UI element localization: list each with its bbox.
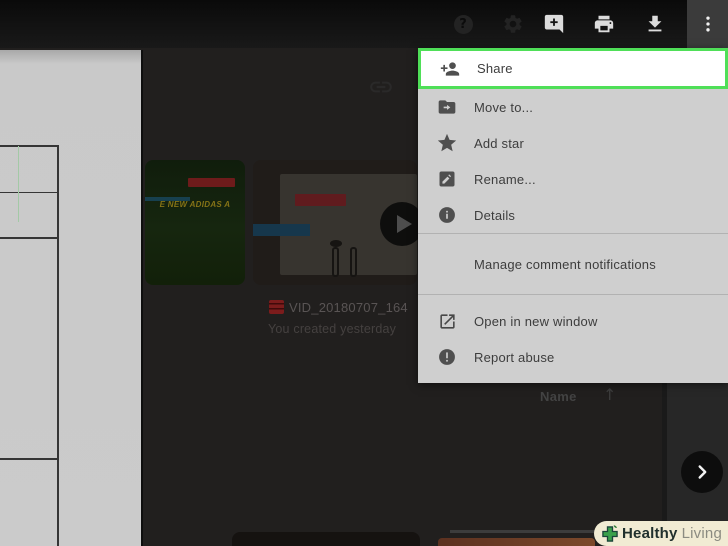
download-button[interactable] (635, 0, 675, 48)
menu-item-label: Report abuse (474, 349, 555, 365)
menu-item-details[interactable]: Details (418, 197, 728, 233)
table-line (57, 145, 59, 546)
context-menu: Share Move to... Add star Rename... Deta… (418, 48, 728, 383)
table-line (0, 458, 57, 460)
get-link-icon (368, 74, 394, 105)
menu-item-label: Add star (474, 135, 525, 151)
healthy-living-watermark: Healthy Living (594, 521, 728, 546)
table-line (0, 145, 58, 147)
thumbnail-blue-strip (253, 224, 310, 236)
sort-by-name-label[interactable]: Name (540, 389, 577, 404)
print-button[interactable] (584, 0, 624, 48)
star-icon (435, 132, 459, 154)
table-cursor-line (18, 146, 19, 222)
add-comment-button[interactable] (534, 0, 574, 48)
thumbnail-caption: E NEW ADIDAS A (159, 200, 231, 209)
thumbnail-detail (332, 247, 339, 277)
open-in-new-icon (435, 312, 459, 331)
rename-icon (435, 169, 459, 189)
table-line (0, 192, 57, 193)
menu-item-manage-comment-notifications[interactable]: Manage comment notifications (418, 246, 728, 282)
video-thumbnail-adidas[interactable]: E NEW ADIDAS A (145, 160, 245, 285)
menu-item-label: Manage comment notifications (474, 256, 656, 272)
chevron-right-icon (698, 465, 707, 479)
thumbnail-banner (188, 178, 235, 187)
menu-item-label: Rename... (474, 171, 536, 187)
thumbnail-detail (350, 247, 357, 277)
menu-item-label: Move to... (474, 99, 534, 115)
menu-item-add-star[interactable]: Add star (418, 125, 728, 161)
bottom-thumbnail-orange (438, 538, 595, 546)
green-cross-leaf-icon (600, 524, 620, 544)
table-line (0, 237, 57, 239)
menu-item-open-in-new-window[interactable]: Open in new window (418, 303, 728, 339)
menu-item-move-to[interactable]: Move to... (418, 89, 728, 125)
info-icon (435, 205, 459, 225)
settings-button[interactable] (493, 0, 533, 48)
more-vert-icon (705, 16, 710, 32)
bottom-thumbnail (232, 532, 420, 546)
sort-ascending-icon[interactable]: ↑ (603, 385, 616, 404)
help-icon: ? (453, 14, 473, 34)
watermark-text-light: Living (681, 525, 722, 542)
thumbnail-red-label (295, 194, 346, 206)
more-actions-button[interactable] (687, 0, 728, 48)
person-add-icon (438, 59, 462, 79)
add-comment-icon (544, 14, 564, 34)
menu-item-label: Details (474, 207, 516, 223)
preview-toolbar: ? (0, 0, 728, 48)
help-button[interactable]: ? (443, 0, 483, 48)
menu-item-label: Share (477, 61, 513, 76)
bottom-thumbnail-sliver (450, 530, 595, 533)
thumbnail-detail (330, 240, 342, 247)
watermark-text-bold: Healthy (622, 525, 678, 542)
next-file-button[interactable] (681, 451, 723, 493)
menu-item-share[interactable]: Share (418, 48, 728, 89)
settings-gear-icon (504, 15, 522, 33)
menu-item-label: Open in new window (474, 313, 598, 329)
menu-item-report-abuse[interactable]: Report abuse (418, 339, 728, 375)
video-clapper-icon (269, 300, 284, 314)
download-icon (648, 15, 662, 32)
folder-move-icon (435, 97, 459, 117)
menu-item-rename[interactable]: Rename... (418, 161, 728, 197)
drive-preview-screen: E NEW ADIDAS A VID_20180707_164 You crea… (0, 0, 728, 546)
print-icon (594, 15, 614, 33)
file-meta: You created yesterday (268, 322, 397, 336)
document-preview-panel (0, 50, 143, 546)
report-icon (435, 347, 459, 367)
